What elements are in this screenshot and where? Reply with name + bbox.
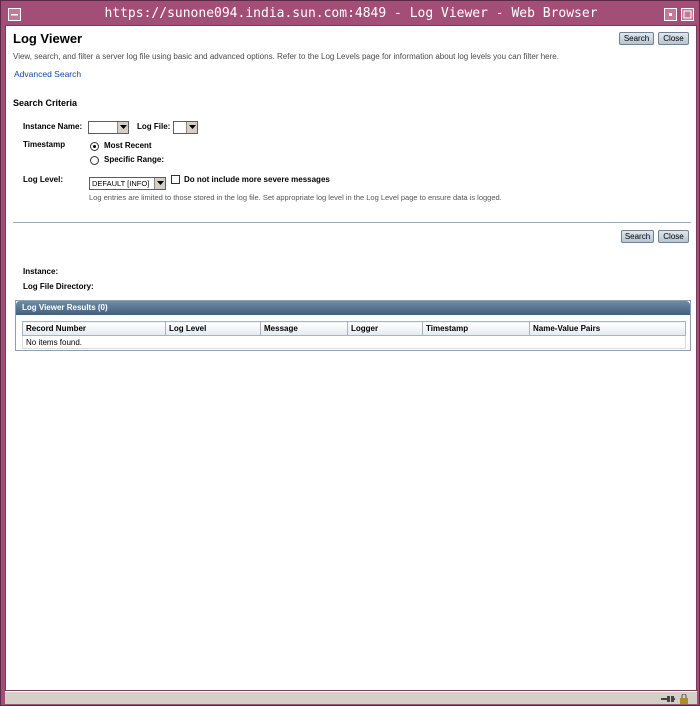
- log-level-note: Log entries are limited to those stored …: [89, 193, 502, 202]
- column-header[interactable]: Record Number: [22, 321, 166, 336]
- page-content: Log Viewer Search Close View, search, an…: [5, 25, 697, 691]
- search-criteria-title: Search Criteria: [13, 98, 78, 108]
- log-level-label: Log Level:: [23, 175, 64, 184]
- instance-label: Instance:: [23, 267, 59, 276]
- empty-message: No items found.: [22, 335, 686, 349]
- status-bar: [5, 691, 697, 704]
- instance-name-label: Instance Name:: [23, 122, 83, 131]
- results-table-panel: Log Viewer Results (0) Record Number Log…: [15, 300, 691, 351]
- minimize-icon[interactable]: [664, 8, 677, 21]
- timestamp-label: Timestamp: [23, 140, 66, 149]
- lock-icon: [680, 693, 688, 704]
- log-file-label: Log File:: [137, 122, 171, 131]
- window-titlebar[interactable]: https://sunone094.india.sun.com:4849 - L…: [5, 4, 697, 24]
- search-button-top[interactable]: Search: [619, 32, 654, 45]
- results-title: Log Viewer Results (0): [16, 301, 690, 315]
- column-header[interactable]: Message: [260, 321, 348, 336]
- help-text: View, search, and filter a server log fi…: [13, 52, 559, 61]
- log-file-select[interactable]: [173, 121, 198, 134]
- connection-icon: [661, 695, 675, 702]
- specific-range-radio[interactable]: [90, 156, 99, 165]
- table-row: No items found.: [22, 335, 686, 349]
- specific-range-label: Specific Range:: [104, 155, 165, 164]
- table-header-row: Record Number Log Level Message Logger T…: [22, 321, 686, 336]
- exclude-severe-checkbox[interactable]: [171, 175, 180, 184]
- instance-name-select[interactable]: [88, 121, 129, 134]
- column-header[interactable]: Log Level: [165, 321, 261, 336]
- chevron-down-icon: [186, 122, 197, 133]
- close-button-top[interactable]: Close: [658, 32, 689, 45]
- advanced-search-link[interactable]: Advanced Search: [14, 69, 81, 79]
- column-header[interactable]: Timestamp: [422, 321, 530, 336]
- chevron-down-icon: [117, 122, 128, 133]
- section-divider: [13, 222, 691, 223]
- results-table: Record Number Log Level Message Logger T…: [22, 321, 686, 349]
- column-header[interactable]: Logger: [347, 321, 423, 336]
- column-header[interactable]: Name-Value Pairs: [529, 321, 686, 336]
- window-menu-icon[interactable]: [8, 8, 21, 21]
- most-recent-label: Most Recent: [104, 141, 152, 150]
- exclude-severe-label: Do not include more severe messages: [184, 175, 330, 184]
- log-level-select[interactable]: DEFAULT [INFO]: [89, 177, 166, 190]
- search-button-bottom[interactable]: Search: [621, 230, 654, 243]
- maximize-icon[interactable]: [681, 8, 694, 21]
- close-button-bottom[interactable]: Close: [658, 230, 689, 243]
- log-level-value: DEFAULT [INFO]: [92, 179, 150, 188]
- browser-window: https://sunone094.india.sun.com:4849 - L…: [0, 0, 700, 706]
- window-title: https://sunone094.india.sun.com:4849 - L…: [104, 6, 598, 21]
- page-title: Log Viewer: [13, 31, 83, 46]
- most-recent-radio[interactable]: [90, 142, 99, 151]
- log-file-directory-label: Log File Directory:: [23, 282, 94, 291]
- chevron-down-icon: [154, 178, 165, 189]
